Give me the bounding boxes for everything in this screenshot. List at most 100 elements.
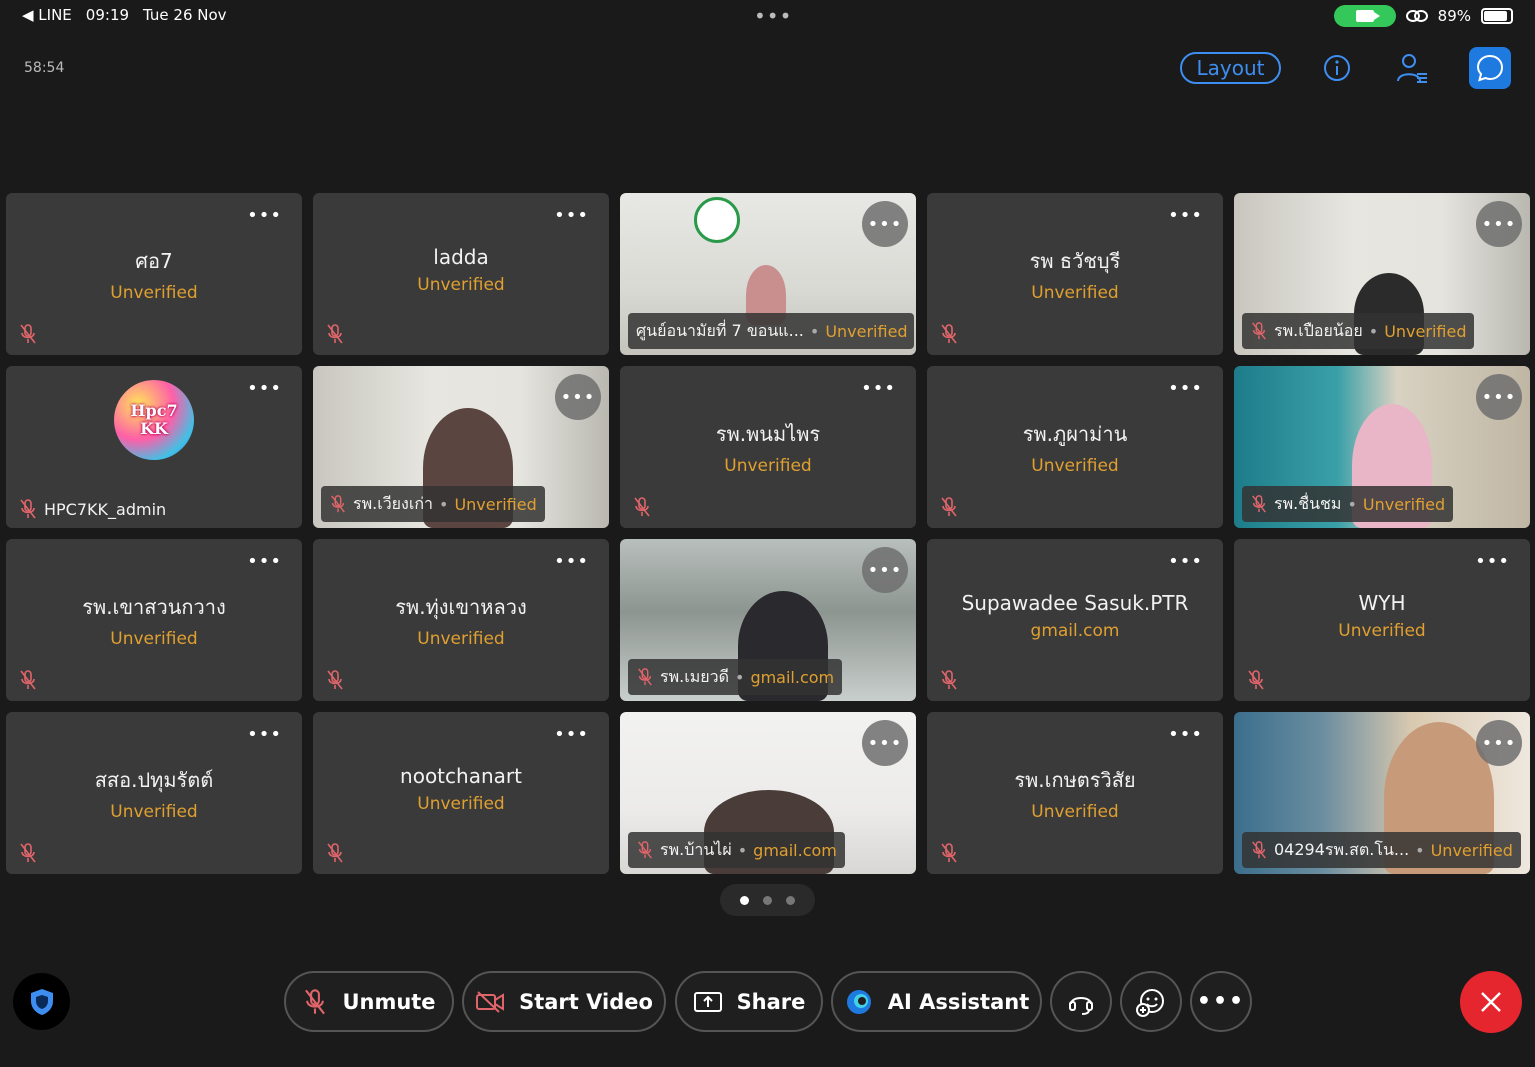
avatar: Hpc7 KK (114, 380, 194, 460)
share-screen-icon (693, 991, 722, 1012)
participant-video-tile[interactable]: ••• รพ.บ้านไผ่ • gmail.com (620, 712, 916, 874)
participant-name: รพ.เปือยน้อย (1274, 320, 1363, 340)
tile-more-options-icon[interactable]: ••• (1475, 551, 1510, 572)
participant-status: Unverified (110, 283, 198, 303)
participant-tile[interactable]: ••• รพ.ทุ่งเขาหลวง Unverified (313, 539, 609, 701)
participant-status: Unverified (1338, 621, 1426, 641)
shield-icon (30, 988, 53, 1015)
tile-more-options-icon[interactable]: ••• (861, 378, 896, 399)
participant-tile[interactable]: ••• รพ.พนมไพร Unverified (620, 366, 916, 528)
tile-more-options-icon[interactable]: ••• (862, 201, 908, 247)
tile-more-options-icon[interactable]: ••• (1476, 374, 1522, 420)
reactions-button[interactable] (1120, 971, 1182, 1032)
tile-more-options-icon[interactable]: ••• (1168, 205, 1203, 226)
tile-more-options-icon[interactable]: ••• (247, 724, 282, 745)
start-video-button[interactable]: Start Video (462, 971, 666, 1032)
more-options-button[interactable]: ••• (1190, 971, 1252, 1032)
tile-more-options-icon[interactable]: ••• (247, 378, 282, 399)
meeting-timer: 58:54 (24, 60, 65, 76)
multitasking-dots-icon[interactable]: ••• (754, 4, 792, 28)
participant-tile[interactable]: ••• สสอ.ปทุมรัตต์ Unverified (6, 712, 302, 874)
participant-name: รพ.เมยวดี (660, 666, 729, 686)
participant-tile[interactable]: ••• รพ.เขาสวนกวาง Unverified (6, 539, 302, 701)
participant-name: รพ ธวัชบุรี (1029, 249, 1121, 273)
mic-muted-icon (634, 497, 650, 517)
participant-video-tile[interactable]: ••• ศูนย์อนามัยที่ 7 ขอนแ... • Unverified (620, 193, 916, 355)
participant-video-tile[interactable]: ••• รพ.ชื่นชม • Unverified (1234, 366, 1530, 528)
tile-more-options-icon[interactable]: ••• (1476, 201, 1522, 247)
participant-status: Unverified (110, 629, 198, 649)
tile-more-options-icon[interactable]: ••• (247, 205, 282, 226)
tile-more-options-icon[interactable]: ••• (862, 547, 908, 593)
tile-more-options-icon[interactable]: ••• (554, 205, 589, 226)
participant-label: รพ.บ้านไผ่ • gmail.com (628, 832, 845, 868)
back-to-app-link[interactable]: ◀ LINE (22, 6, 72, 24)
camera-in-use-indicator (1333, 5, 1396, 27)
participant-status: Unverified (1031, 456, 1119, 476)
unmute-button[interactable]: Unmute (284, 971, 454, 1032)
participant-tile[interactable]: ••• Hpc7 KK HPC7KK_admin (6, 366, 302, 528)
participant-name: รพ.เวียงเก่า (353, 493, 434, 513)
mic-muted-icon (20, 499, 36, 519)
participants-button[interactable] (1391, 48, 1433, 88)
tile-more-options-icon[interactable]: ••• (1168, 724, 1203, 745)
layout-button[interactable]: Layout (1180, 52, 1281, 84)
info-button[interactable] (1316, 48, 1358, 88)
participant-label: รพ.เวียงเก่า • Unverified (321, 486, 545, 522)
participant-tile[interactable]: ••• Supawadee Sasuk.PTR gmail.com (927, 539, 1223, 701)
participant-tile[interactable]: ••• รพ ธวัชบุรี Unverified (927, 193, 1223, 355)
tile-more-options-icon[interactable]: ••• (862, 720, 908, 766)
security-button[interactable] (13, 973, 70, 1030)
tile-more-options-icon[interactable]: ••• (1168, 378, 1203, 399)
chat-button[interactable] (1469, 47, 1511, 89)
page-dot[interactable] (786, 895, 795, 905)
tile-more-options-icon[interactable]: ••• (554, 551, 589, 572)
participant-video-tile[interactable]: ••• รพ.เวียงเก่า • Unverified (313, 366, 609, 528)
participant-tile[interactable]: ••• nootchanart Unverified (313, 712, 609, 874)
participant-label: รพ.เมยวดี • gmail.com (628, 659, 843, 695)
mic-muted-icon (1252, 322, 1266, 340)
participant-video-tile[interactable]: ••• รพ.เปือยน้อย • Unverified (1234, 193, 1530, 355)
participant-tile[interactable]: ••• ladda Unverified (313, 193, 609, 355)
participant-status: Unverified (1362, 494, 1446, 514)
share-button[interactable]: Share (675, 971, 823, 1032)
participant-video-tile[interactable]: ••• รพ.เมยวดี • gmail.com (620, 539, 916, 701)
tile-more-options-icon[interactable]: ••• (555, 374, 601, 420)
participant-name: สสอ.ปทุมรัตต์ (94, 768, 214, 792)
battery-percent: 89% (1437, 7, 1471, 25)
tile-more-options-icon[interactable]: ••• (554, 724, 589, 745)
participant-label: รพ.ชื่นชม • Unverified (1242, 486, 1454, 522)
participant-tile[interactable]: ••• รพ.เกษตรวิสัย Unverified (927, 712, 1223, 874)
headset-button[interactable] (1050, 971, 1112, 1032)
tile-more-options-icon[interactable]: ••• (247, 551, 282, 572)
mic-muted-icon (941, 843, 957, 863)
gallery-page-indicator[interactable] (720, 884, 815, 916)
leave-meeting-button[interactable] (1460, 971, 1522, 1033)
participant-status: Unverified (417, 794, 505, 814)
battery-icon (1481, 8, 1513, 24)
participant-name: Supawadee Sasuk.PTR (961, 591, 1189, 615)
page-dot[interactable] (740, 895, 749, 905)
participant-name: รพ.บ้านไผ่ (660, 839, 732, 859)
participant-grid: ••• ศอ7 Unverified ••• ladda Unverified ••… (6, 193, 1530, 874)
participant-tile[interactable]: ••• รพ.ภูผาม่าน Unverified (927, 366, 1223, 528)
close-icon (1481, 992, 1501, 1012)
ai-assistant-label: AI Assistant (887, 989, 1030, 1014)
tile-more-options-icon[interactable]: ••• (1476, 720, 1522, 766)
participant-status: Unverified (724, 456, 812, 476)
participant-name: nootchanart (400, 764, 522, 788)
add-reaction-icon (1136, 988, 1164, 1017)
participant-tile[interactable]: ••• WYH Unverified (1234, 539, 1530, 701)
wall-logo (694, 197, 740, 243)
mic-muted-icon (1248, 670, 1264, 690)
info-icon (1324, 55, 1350, 81)
ai-assistant-button[interactable]: AI Assistant (831, 971, 1042, 1032)
participant-name: รพ.พนมไพร (715, 422, 821, 446)
mic-muted-icon (20, 843, 36, 863)
video-off-icon (476, 990, 505, 1013)
participant-video-tile[interactable]: ••• 04294รพ.สต.โน... • Unverified (1234, 712, 1530, 874)
participant-name: HPC7KK_admin (44, 499, 167, 519)
participant-tile[interactable]: ••• ศอ7 Unverified (6, 193, 302, 355)
page-dot[interactable] (763, 895, 772, 905)
tile-more-options-icon[interactable]: ••• (1168, 551, 1203, 572)
